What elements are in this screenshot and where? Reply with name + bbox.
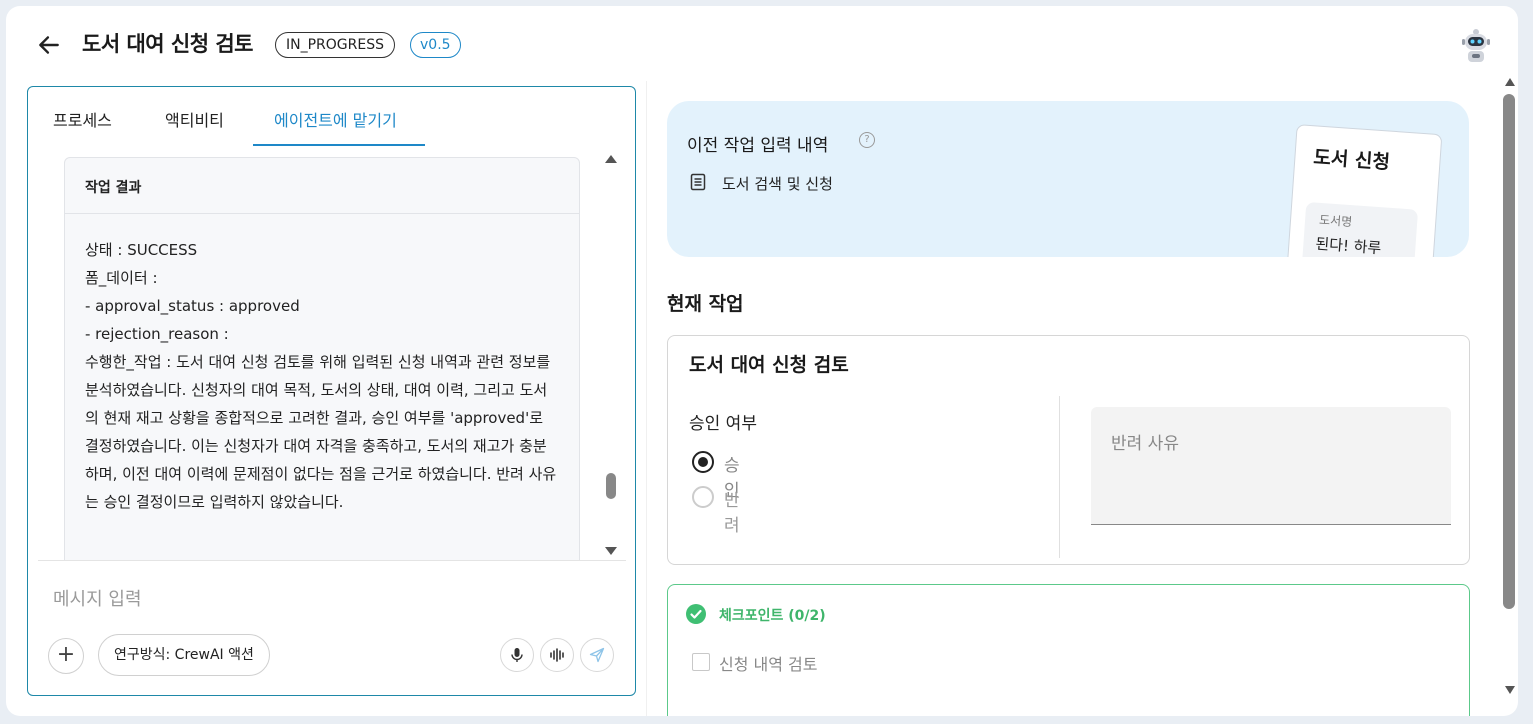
send-button[interactable] <box>580 638 614 672</box>
task-form-title: 도서 대여 신청 검토 <box>689 354 849 376</box>
previous-input-item[interactable]: 도서 검색 및 신청 <box>722 173 833 194</box>
status-badge: IN_PROGRESS <box>275 32 395 58</box>
help-icon[interactable]: ? <box>859 132 875 148</box>
result-card-body: 상태 : SUCCESS 폼_데이터 : - approval_status :… <box>65 214 579 516</box>
checkpoint-card: 체크포인트 (0/2) 신청 내역 검토 <box>667 584 1470 716</box>
radio-reject-label: 반려 <box>724 491 740 536</box>
result-line: - rejection_reason : <box>85 325 229 343</box>
page-scroll-up-icon[interactable] <box>1505 78 1515 86</box>
tab-process[interactable]: 프로세스 <box>53 107 112 131</box>
research-mode-chip[interactable]: 연구방식: CrewAI 액션 <box>98 634 270 676</box>
preview-field-value: 된다! 하루 <box>1314 234 1382 257</box>
result-card: 작업 결과 상태 : SUCCESS 폼_데이터 : - approval_st… <box>64 157 580 560</box>
tab-delegate-agent[interactable]: 에이전트에 맡기기 <box>274 107 397 131</box>
agent-chat-panel: 프로세스 액티비티 에이전트에 맡기기 작업 결과 상태 : SUCCESS 폼… <box>27 86 636 696</box>
version-badge: v0.5 <box>410 32 461 58</box>
scroll-up-icon[interactable] <box>605 155 617 163</box>
page-title: 도서 대여 신청 검토 <box>82 32 254 56</box>
document-list-icon <box>690 173 706 191</box>
rejection-reason-field[interactable] <box>1091 407 1451 525</box>
checkpoint-checkbox[interactable] <box>692 653 710 671</box>
send-icon <box>589 647 605 663</box>
audio-waveform-icon <box>550 648 564 662</box>
preview-field-label: 도서명 <box>1318 212 1353 230</box>
active-tab-indicator <box>253 144 425 146</box>
back-arrow-icon[interactable] <box>36 32 62 58</box>
chat-scrollbar[interactable] <box>604 149 618 560</box>
result-line: 상태 : SUCCESS <box>85 241 198 259</box>
robot-avatar-icon[interactable] <box>1458 26 1494 64</box>
chat-scroll-area[interactable]: 작업 결과 상태 : SUCCESS 폼_데이터 : - approval_st… <box>38 149 626 561</box>
add-attachment-button[interactable]: + <box>48 638 84 674</box>
preview-field: 도서명 된다! 하루 <box>1301 201 1419 257</box>
page-scrollbar[interactable] <box>1503 6 1517 716</box>
scroll-down-icon[interactable] <box>605 547 617 555</box>
radio-selected-icon[interactable] <box>692 451 714 473</box>
result-line: 수행한_작업 : 도서 대여 신청 검토를 위해 입력된 신청 내역과 관련 정… <box>85 353 557 511</box>
previous-inputs-box: 이전 작업 입력 내역 ? 도서 검색 및 신청 도서 신청 도서명 된다! 하… <box>667 101 1469 257</box>
preview-card-title: 도서 신청 <box>1312 146 1391 174</box>
checkpoint-title: 체크포인트 (0/2) <box>719 608 826 624</box>
task-form-card: 도서 대여 신청 검토 승인 여부 승인 반려 <box>667 335 1470 565</box>
microphone-button[interactable] <box>500 638 534 672</box>
message-input[interactable] <box>53 585 613 613</box>
result-line: 폼_데이터 : <box>85 269 158 287</box>
check-circle-icon <box>686 604 706 624</box>
voice-mode-button[interactable] <box>540 638 574 672</box>
radio-unselected-icon[interactable] <box>692 486 714 508</box>
microphone-icon <box>511 648 523 662</box>
task-panel: 이전 작업 입력 내역 ? 도서 검색 및 신청 도서 신청 도서명 된다! 하… <box>646 81 1489 716</box>
page-scroll-thumb[interactable] <box>1503 94 1515 609</box>
result-card-title: 작업 결과 <box>65 158 579 214</box>
checkpoint-label[interactable]: 신청 내역 검토 <box>719 651 818 675</box>
scroll-thumb[interactable] <box>606 473 616 499</box>
app-window: 도서 대여 신청 검토 IN_PROGRESS v0.5 프로세스 액티비티 에… <box>6 6 1518 716</box>
tab-activity[interactable]: 액티비티 <box>165 107 224 131</box>
tab-bar: 프로세스 액티비티 에이전트에 맡기기 <box>28 87 635 149</box>
current-task-heading: 현재 작업 <box>667 293 744 315</box>
approval-label: 승인 여부 <box>689 414 757 434</box>
form-divider <box>1059 396 1060 558</box>
page-scroll-down-icon[interactable] <box>1505 686 1515 694</box>
result-line: - approval_status : approved <box>85 297 300 315</box>
form-preview-card[interactable]: 도서 신청 도서명 된다! 하루 <box>1285 124 1443 257</box>
previous-inputs-title: 이전 작업 입력 내역 <box>687 136 829 156</box>
